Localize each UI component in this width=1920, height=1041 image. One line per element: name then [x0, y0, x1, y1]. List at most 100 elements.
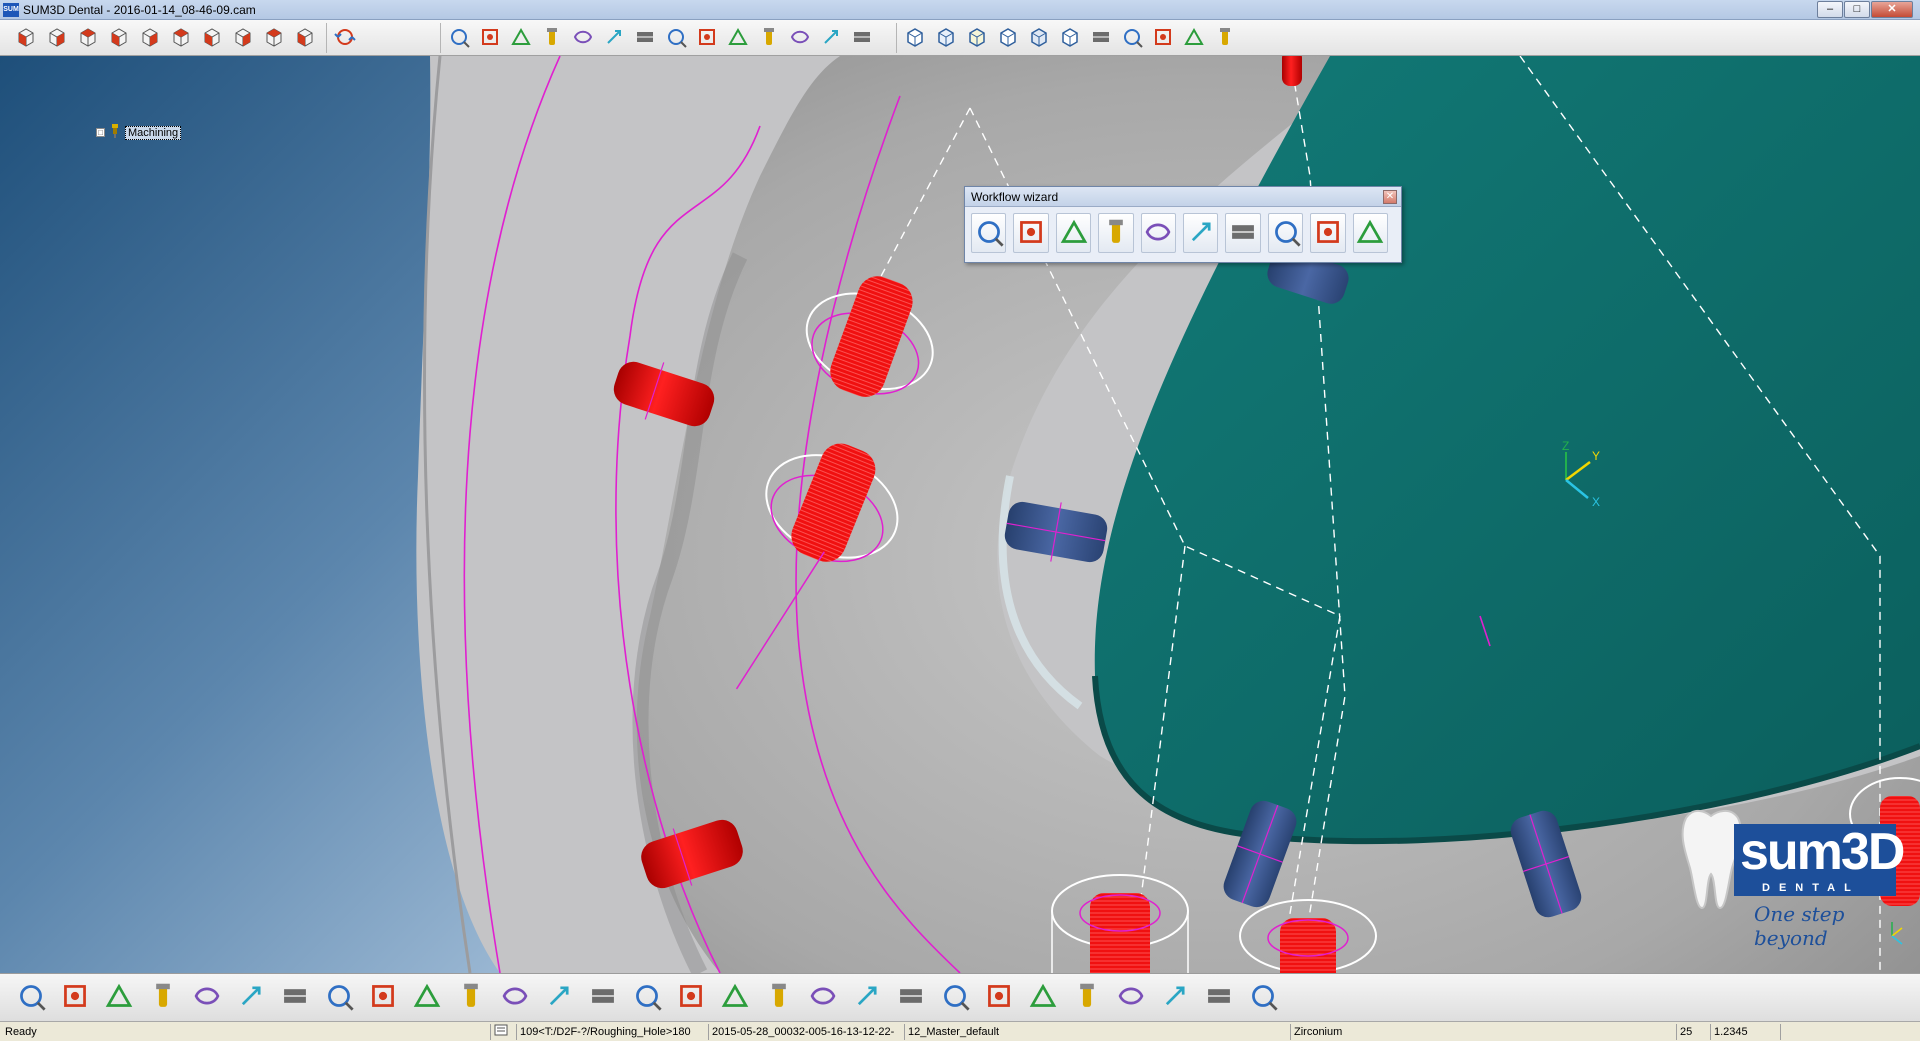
simulation-view-button[interactable] — [1180, 24, 1208, 52]
view-iso-3-button[interactable] — [260, 24, 288, 52]
view-bottom-button[interactable] — [167, 24, 195, 52]
analyze-button[interactable] — [760, 978, 798, 1018]
pan-button[interactable] — [600, 24, 628, 52]
move-part-button[interactable] — [724, 24, 752, 52]
close-button[interactable]: ✕ — [1871, 1, 1913, 18]
hidden-cube-button[interactable] — [932, 24, 960, 52]
sync-button[interactable] — [1112, 978, 1150, 1018]
tree-expander[interactable]: □ — [96, 128, 105, 137]
edit-part-button[interactable] — [1267, 213, 1304, 253]
dimension-1-button[interactable] — [631, 24, 659, 52]
wire-cube-button[interactable] — [901, 24, 929, 52]
cylinder-button[interactable] — [364, 978, 402, 1018]
view-back-icon — [46, 26, 68, 51]
axis-y-label: Y — [1592, 449, 1600, 463]
toggle-pointer-button[interactable] — [848, 24, 876, 52]
tooth-toolpath-icon — [500, 981, 530, 1014]
calculate-button[interactable] — [1183, 213, 1219, 253]
tree-item-machining[interactable]: Machining — [125, 125, 182, 140]
zoom-undo-button[interactable] — [507, 24, 535, 52]
pen-tool-button[interactable] — [1024, 978, 1062, 1018]
load-template-button[interactable] — [1055, 213, 1092, 253]
swap-button[interactable] — [804, 978, 842, 1018]
workflow-wizard-title[interactable]: Workflow wizard — [965, 187, 1401, 207]
maximize-button[interactable]: □ — [1844, 1, 1870, 18]
view-iso-4-button[interactable] — [291, 24, 319, 52]
move-axis-button[interactable] — [755, 24, 783, 52]
settings-button[interactable] — [980, 978, 1018, 1018]
view-iso-2-button[interactable] — [229, 24, 257, 52]
workflow-wizard-close-button[interactable]: ✕ — [1383, 190, 1397, 204]
mesh-cube-button[interactable] — [1025, 24, 1053, 52]
view-left-button[interactable] — [74, 24, 102, 52]
compare-button[interactable] — [892, 978, 930, 1018]
stock-setup-button[interactable] — [100, 978, 138, 1018]
angle-button[interactable] — [276, 978, 314, 1018]
view-iso-1-button[interactable] — [198, 24, 226, 52]
multi-tool-button[interactable] — [628, 978, 666, 1018]
tooth-toolpath-button[interactable] — [496, 978, 534, 1018]
flat-cube-button[interactable] — [1056, 24, 1084, 52]
title-bar: SUM SUM3D Dental - 2016-01-14_08-46-09.c… — [0, 0, 1920, 20]
post-process-button[interactable] — [1352, 213, 1389, 253]
curve-view-button[interactable] — [1087, 24, 1115, 52]
view-iso-4-icon — [294, 26, 316, 51]
view-top-button[interactable] — [136, 24, 164, 52]
spray-icon — [456, 981, 486, 1014]
cylinder-2-button[interactable] — [408, 978, 446, 1018]
red-top-stub — [1282, 56, 1302, 86]
tool-2-button[interactable] — [817, 24, 845, 52]
zoom-out-button[interactable] — [476, 24, 504, 52]
move-connector-button[interactable] — [320, 978, 358, 1018]
holder-button[interactable] — [144, 978, 182, 1018]
status-notes-icon[interactable] — [490, 1024, 514, 1040]
refresh-icon — [852, 981, 882, 1014]
zoom-window-button[interactable] — [538, 24, 566, 52]
compare-icon — [896, 981, 926, 1014]
import-part-button[interactable] — [1013, 213, 1049, 253]
tool-1-button[interactable] — [786, 24, 814, 52]
report-button[interactable] — [1244, 978, 1282, 1018]
minimize-button[interactable]: – — [1817, 1, 1843, 18]
rotate-parts-button[interactable] — [1225, 213, 1261, 253]
tooth-analyze-button[interactable] — [936, 978, 974, 1018]
timer-button[interactable] — [1200, 978, 1238, 1018]
import-stock-button[interactable] — [1098, 213, 1134, 253]
solid-cube-button[interactable] — [994, 24, 1022, 52]
view-back-button[interactable] — [43, 24, 71, 52]
export-button[interactable] — [1068, 978, 1106, 1018]
post-button[interactable] — [584, 978, 622, 1018]
scene-canvas: Z Y X — [416, 56, 1920, 973]
simulation-view-icon — [1183, 26, 1205, 51]
open-file-button[interactable] — [12, 978, 50, 1018]
view-top-icon — [139, 26, 161, 51]
browser-button[interactable] — [1156, 978, 1194, 1018]
rotate-view-button[interactable] — [331, 24, 359, 52]
rotate-mesh-button[interactable] — [716, 978, 754, 1018]
status-ready: Ready — [5, 1026, 37, 1038]
stock-grey-button[interactable] — [1211, 24, 1239, 52]
analyze-icon — [764, 981, 794, 1014]
connector-button[interactable] — [232, 978, 270, 1018]
bottom-toolbar — [0, 973, 1920, 1021]
zoom-in-button[interactable] — [445, 24, 473, 52]
view-right-button[interactable] — [105, 24, 133, 52]
place-parts-button[interactable] — [1140, 213, 1177, 253]
view-front-button[interactable] — [12, 24, 40, 52]
dimension-3-button[interactable] — [693, 24, 721, 52]
dimension-2-button[interactable] — [662, 24, 690, 52]
zoom-fit-button[interactable] — [569, 24, 597, 52]
spray-button[interactable] — [452, 978, 490, 1018]
toolpath-view-button[interactable] — [1118, 24, 1146, 52]
cut-mesh-button[interactable] — [188, 978, 226, 1018]
new-project-button[interactable] — [971, 213, 1007, 253]
drill-button[interactable] — [540, 978, 578, 1018]
status-spare — [1780, 1024, 1920, 1040]
delete-parts-button[interactable] — [1310, 213, 1346, 253]
3d-viewport[interactable]: Z Y X □ Machining sum3D DENTAL One step … — [0, 56, 1920, 973]
refresh-button[interactable] — [848, 978, 886, 1018]
position-button[interactable] — [56, 978, 94, 1018]
screw-channel-button[interactable] — [672, 978, 710, 1018]
shaded-cube-button[interactable] — [963, 24, 991, 52]
stock-view-button[interactable] — [1149, 24, 1177, 52]
